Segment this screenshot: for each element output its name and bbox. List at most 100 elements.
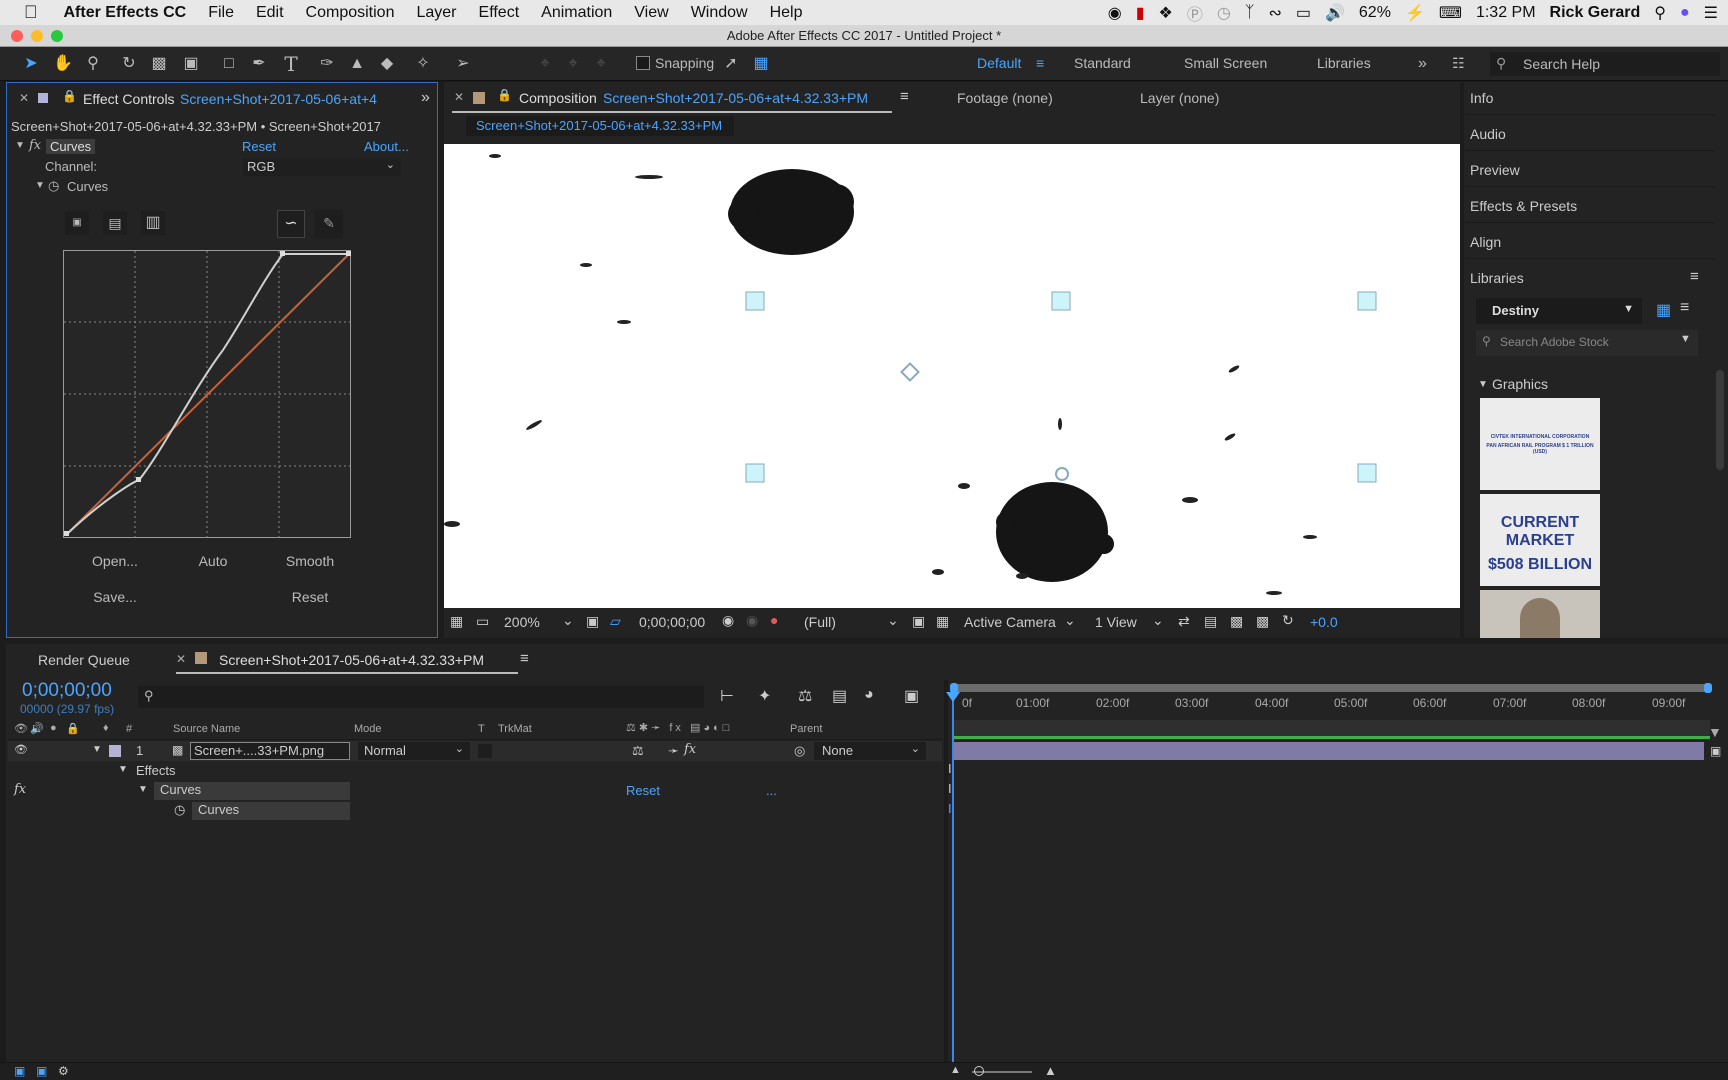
menu-view[interactable]: View (634, 4, 668, 22)
quality-switch-icon[interactable]: ➛ (668, 743, 679, 759)
curves-effect-label[interactable]: Curves (154, 782, 350, 800)
mask-visibility-icon[interactable]: ▱ (610, 613, 621, 630)
zoom-level[interactable]: 200% (504, 614, 540, 630)
work-area-end-handle[interactable] (1704, 683, 1712, 693)
channel-icon[interactable]: ● (770, 612, 778, 628)
layer-duration-bar[interactable] (952, 742, 1704, 760)
camera-tool-icon[interactable]: ▩ (148, 53, 170, 75)
library-thumbnail-1[interactable]: CIVTEK INTERNATIONAL CORPORATION PAN AFR… (1480, 398, 1600, 490)
d-icon[interactable]: Ⓟ (1187, 1, 1203, 25)
timeline-divider[interactable] (944, 680, 948, 1062)
search-help-field[interactable]: ⚲ Search Help (1490, 52, 1720, 76)
creative-cloud-icon[interactable]: ◉ (1108, 3, 1122, 23)
exposure-value[interactable]: +0.0 (1310, 614, 1338, 630)
minimize-window-button[interactable] (31, 30, 43, 42)
menu-edit[interactable]: Edit (256, 4, 284, 22)
puppet-pin-tool-icon[interactable]: ➢ (452, 53, 474, 75)
clock[interactable]: 1:32 PM (1476, 4, 1536, 22)
timeline-current-time[interactable]: 0;00;00;00 (22, 680, 112, 702)
layer-expand-arrow[interactable]: ▼ (92, 744, 102, 755)
source-name-column-header[interactable]: Source Name (173, 723, 240, 735)
stopwatch-icon[interactable]: ◷ (48, 178, 59, 194)
hand-tool-icon[interactable]: ✋ (52, 53, 74, 75)
notification-center-icon[interactable]: ☰ (1704, 3, 1718, 23)
layer-label-swatch[interactable] (109, 745, 121, 757)
volume-icon[interactable]: 🔊 (1325, 3, 1345, 23)
type-tool-icon[interactable]: T (280, 53, 302, 75)
app-status-icon[interactable]: ▮ (1136, 3, 1145, 23)
stock-search-dropdown-icon[interactable]: ▼ (1680, 333, 1691, 345)
effect-switch-icon[interactable]: fx (684, 742, 696, 757)
audio-panel-tab[interactable]: Audio (1470, 126, 1506, 142)
chevron-down-icon[interactable]: ⌄ (1152, 612, 1164, 629)
transparency-grid-icon[interactable]: ▦ (936, 613, 949, 630)
curves-graph[interactable] (63, 250, 353, 540)
timeline-toggle-icon[interactable]: ▩ (1230, 613, 1243, 630)
frame-blending-icon[interactable]: ▤ (832, 686, 847, 706)
more-workspaces-icon[interactable]: » (1418, 55, 1427, 73)
zoom-in-icon[interactable]: ▲ (1044, 1063, 1057, 1078)
selection-tool-icon[interactable]: ➤ (20, 53, 42, 75)
reset-exposure-icon[interactable]: ↻ (1282, 612, 1294, 629)
library-thumbnail-2[interactable]: CURRENT MARKET $508 BILLION (1480, 494, 1600, 586)
rotate-tool-icon[interactable]: ↻ (118, 53, 140, 75)
zoom-window-button[interactable] (51, 30, 63, 42)
axis-local-icon[interactable]: ⌖ (534, 53, 556, 75)
close-tab-icon[interactable]: ✕ (176, 652, 186, 666)
lock-icon[interactable]: 🔒 (62, 89, 77, 103)
pan-behind-tool-icon[interactable]: ▣ (180, 53, 202, 75)
list-view-icon[interactable]: ≡ (1680, 299, 1689, 317)
user-name[interactable]: Rick Gerard (1550, 4, 1641, 22)
flowchart-icon[interactable]: ▩ (1256, 613, 1269, 630)
blend-mode-dropdown[interactable]: Normal ⌄ (358, 742, 470, 760)
menu-animation[interactable]: Animation (541, 4, 612, 22)
curves-save-button[interactable]: Save... (75, 589, 155, 605)
motion-blur-icon[interactable]: ◕ (864, 686, 874, 704)
workspace-small-screen[interactable]: Small Screen (1184, 55, 1267, 71)
curves-smooth-button[interactable]: Smooth (270, 553, 350, 569)
align-panel-tab[interactable]: Align (1470, 234, 1501, 250)
libraries-panel-tab[interactable]: Libraries (1470, 270, 1524, 286)
layer-row[interactable]: 👁 ▼ 1 ▩ Screen+....33+PM.png ⚖ ➛ fx ◎ No… (8, 741, 942, 761)
layer-source-name[interactable]: Screen+....33+PM.png (190, 742, 350, 760)
right-panel-scrollbar[interactable] (1716, 370, 1724, 470)
time-machine-icon[interactable]: ◷ (1217, 3, 1231, 23)
comp-flowchart-subtab[interactable]: Screen+Shot+2017-05-06+at+4.32.33+PM (466, 116, 734, 136)
always-preview-icon[interactable]: ▦ (450, 613, 463, 630)
draft-3d-icon[interactable]: ✦ (758, 686, 771, 706)
panel-overflow-icon[interactable]: » (421, 89, 430, 107)
hide-shy-layers-icon[interactable]: ⚖ (798, 686, 812, 706)
workspace-standard[interactable]: Standard (1074, 55, 1131, 71)
bezier-curve-tool-icon[interactable]: ∽ (277, 210, 305, 238)
effects-presets-panel-tab[interactable]: Effects & Presets (1470, 198, 1577, 214)
graph-editor-icon[interactable]: ▣ (904, 686, 919, 706)
rectangle-tool-icon[interactable]: □ (218, 53, 240, 75)
keyboard-icon[interactable]: ⌨ (1439, 3, 1462, 23)
chevron-down-icon[interactable]: ⌄ (887, 612, 899, 629)
composition-panel-menu-icon[interactable]: ≡ (900, 88, 909, 105)
pen-tool-icon[interactable]: ✒ (248, 53, 270, 75)
menu-composition[interactable]: Composition (306, 4, 395, 22)
effect-expand-arrow[interactable]: ▼ (15, 140, 25, 151)
stopwatch-icon[interactable]: ◷ (174, 802, 185, 818)
current-time-indicator-head[interactable] (946, 692, 960, 702)
library-thumbnail-3[interactable] (1480, 590, 1600, 638)
graphics-expand-arrow[interactable]: ▼ (1478, 379, 1488, 390)
effect-reset-link[interactable]: Reset (242, 139, 276, 154)
parent-pickwhip-icon[interactable]: ◎ (794, 743, 805, 759)
modes-toggle-icon[interactable]: ▣ (36, 1064, 47, 1078)
workspace-default[interactable]: Default (977, 55, 1021, 71)
camera-view-value[interactable]: Active Camera (964, 614, 1056, 630)
workspace-menu-icon[interactable]: ≡ (1036, 55, 1044, 71)
clone-stamp-tool-icon[interactable]: ▲ (346, 53, 368, 75)
curves-effect-reset-link[interactable]: Reset (626, 783, 660, 798)
library-selector[interactable]: Destiny ▼ (1476, 298, 1642, 324)
curves-property-row[interactable]: ◷ Curves (8, 801, 942, 821)
preview-panel-tab[interactable]: Preview (1470, 162, 1520, 178)
adobe-stock-search[interactable]: ⚲ Search Adobe Stock (1476, 330, 1698, 356)
chevron-down-icon[interactable]: ⌄ (1064, 612, 1076, 629)
dropbox-icon[interactable]: ❖ (1159, 3, 1173, 23)
video-visibility-icon[interactable]: 👁 (14, 743, 28, 756)
render-queue-tab[interactable]: Render Queue (38, 652, 130, 668)
comp-marker-icon[interactable]: ▼ (1708, 724, 1722, 740)
